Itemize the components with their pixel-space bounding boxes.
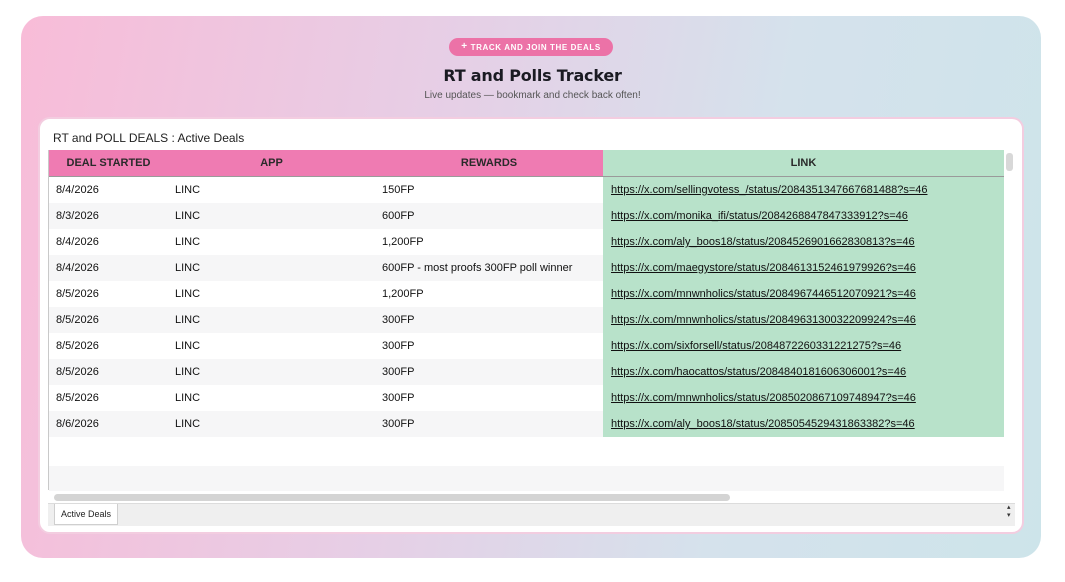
cell-rewards[interactable]: 1,200FP [375,229,603,255]
table-row: 8/4/2026 LINC 1,200FP https://x.com/aly_boo… [49,229,1004,255]
cell-deal-started[interactable]: 8/5/2026 [49,333,168,359]
plus-icon: + [461,41,468,52]
cell-rewards[interactable]: 300FP [375,359,603,385]
cell-link[interactable]: https://x.com/haocattos/status/208484018… [603,359,1004,385]
cell-rewards[interactable]: 300FP [375,385,603,411]
cell-rewards[interactable]: 150FP [375,177,603,204]
cell-app[interactable]: LINC [168,177,375,204]
cell-link[interactable]: https://x.com/mnwnholics/status/20849631… [603,307,1004,333]
cell-link[interactable]: https://x.com/mnwnholics/status/20849674… [603,281,1004,307]
cell-deal-started[interactable]: 8/4/2026 [49,255,168,281]
sheet-title: RT and POLL DEALS : Active Deals [53,131,245,145]
cell-rewards[interactable]: 1,200FP [375,281,603,307]
column-header-deal-started[interactable]: DEAL STARTED [49,150,168,177]
cell-deal-started[interactable]: 8/6/2026 [49,411,168,437]
table-row: 8/4/2026 LINC 150FP https://x.com/sellingvo… [49,176,1004,204]
track-deals-label: TRACK AND JOIN THE DEALS [470,42,601,52]
horizontal-scrollbar[interactable] [54,494,730,501]
deals-grid: DEAL STARTED APP REWARDS LINK 8/4/2026 LI… [48,150,1004,490]
table-row: 8/4/2026 LINC 600FP - most proofs 300FP po… [49,255,1004,281]
cell-deal-started[interactable]: 8/3/2026 [49,203,168,229]
cell-app[interactable]: LINC [168,255,375,281]
column-header-app[interactable]: APP [168,150,375,177]
cell-link[interactable]: https://x.com/sixforsell/status/20848722… [603,333,1004,359]
cell-link[interactable]: https://x.com/mnwnholics/status/20850208… [603,385,1004,411]
cell-app[interactable]: LINC [168,203,375,229]
sheet-tab-bar: Active Deals [48,503,1015,526]
cell-deal-started[interactable]: 8/4/2026 [49,177,168,204]
cell-deal-started[interactable]: 8/4/2026 [49,229,168,255]
table-row: 8/5/2026 LINC 300FP https://x.com/haocattos… [49,359,1004,385]
deals-table: DEAL STARTED APP REWARDS LINK 8/4/2026 LI… [49,150,1004,437]
table-row: 8/3/2026 LINC 600FP https://x.com/monika_if… [49,203,1004,229]
column-header-rewards[interactable]: REWARDS [375,150,603,177]
cell-rewards[interactable]: 300FP [375,411,603,437]
cell-link[interactable]: https://x.com/aly_boos18/status/20845269… [603,229,1004,255]
tab-scroll-arrows-icon[interactable]: ▴ ▾ [1007,504,1011,520]
cell-rewards[interactable]: 300FP [375,333,603,359]
cell-app[interactable]: LINC [168,411,375,437]
empty-row[interactable] [49,466,1004,492]
track-deals-button[interactable]: + TRACK AND JOIN THE DEALS [449,38,613,56]
cell-deal-started[interactable]: 8/5/2026 [49,359,168,385]
cell-link[interactable]: https://x.com/monika_ifi/status/20842688… [603,203,1004,229]
cell-app[interactable]: LINC [168,281,375,307]
cell-rewards[interactable]: 600FP [375,203,603,229]
cell-deal-started[interactable]: 8/5/2026 [49,385,168,411]
table-row: 8/5/2026 LINC 300FP https://x.com/mnwnholic… [49,307,1004,333]
table-row: 8/5/2026 LINC 1,200FP https://x.com/mnwnhol… [49,281,1004,307]
sheet-tab-active-deals[interactable]: Active Deals [54,504,119,525]
cell-app[interactable]: LINC [168,229,375,255]
cell-app[interactable]: LINC [168,359,375,385]
cell-app[interactable]: LINC [168,307,375,333]
table-row: 8/5/2026 LINC 300FP https://x.com/mnwnholic… [49,385,1004,411]
column-header-link[interactable]: LINK [603,150,1004,177]
cell-link[interactable]: https://x.com/sellingvotess_/status/2084… [603,176,1004,203]
cell-app[interactable]: LINC [168,385,375,411]
cell-deal-started[interactable]: 8/5/2026 [49,307,168,333]
cell-app[interactable]: LINC [168,333,375,359]
cell-link[interactable]: https://x.com/maegystore/status/20846131… [603,255,1004,281]
table-row: 8/5/2026 LINC 300FP https://x.com/sixforsel… [49,333,1004,359]
page-subtitle: Live updates — bookmark and check back o… [424,90,641,101]
embedded-sheet: RT and POLL DEALS : Active Deals DEAL ST… [38,117,1024,534]
table-row: 8/6/2026 LINC 300FP https://x.com/aly_boos1… [49,411,1004,437]
cell-link[interactable]: https://x.com/aly_boos18/status/20850545… [603,411,1004,437]
empty-row[interactable] [49,440,1004,466]
table-header-row: DEAL STARTED APP REWARDS LINK [49,150,1004,177]
page-title: RT and Polls Tracker [443,66,622,85]
vertical-scrollbar[interactable] [1006,153,1013,171]
cell-deal-started[interactable]: 8/5/2026 [49,281,168,307]
cell-rewards[interactable]: 600FP - most proofs 300FP poll winner [375,255,603,281]
cell-rewards[interactable]: 300FP [375,307,603,333]
